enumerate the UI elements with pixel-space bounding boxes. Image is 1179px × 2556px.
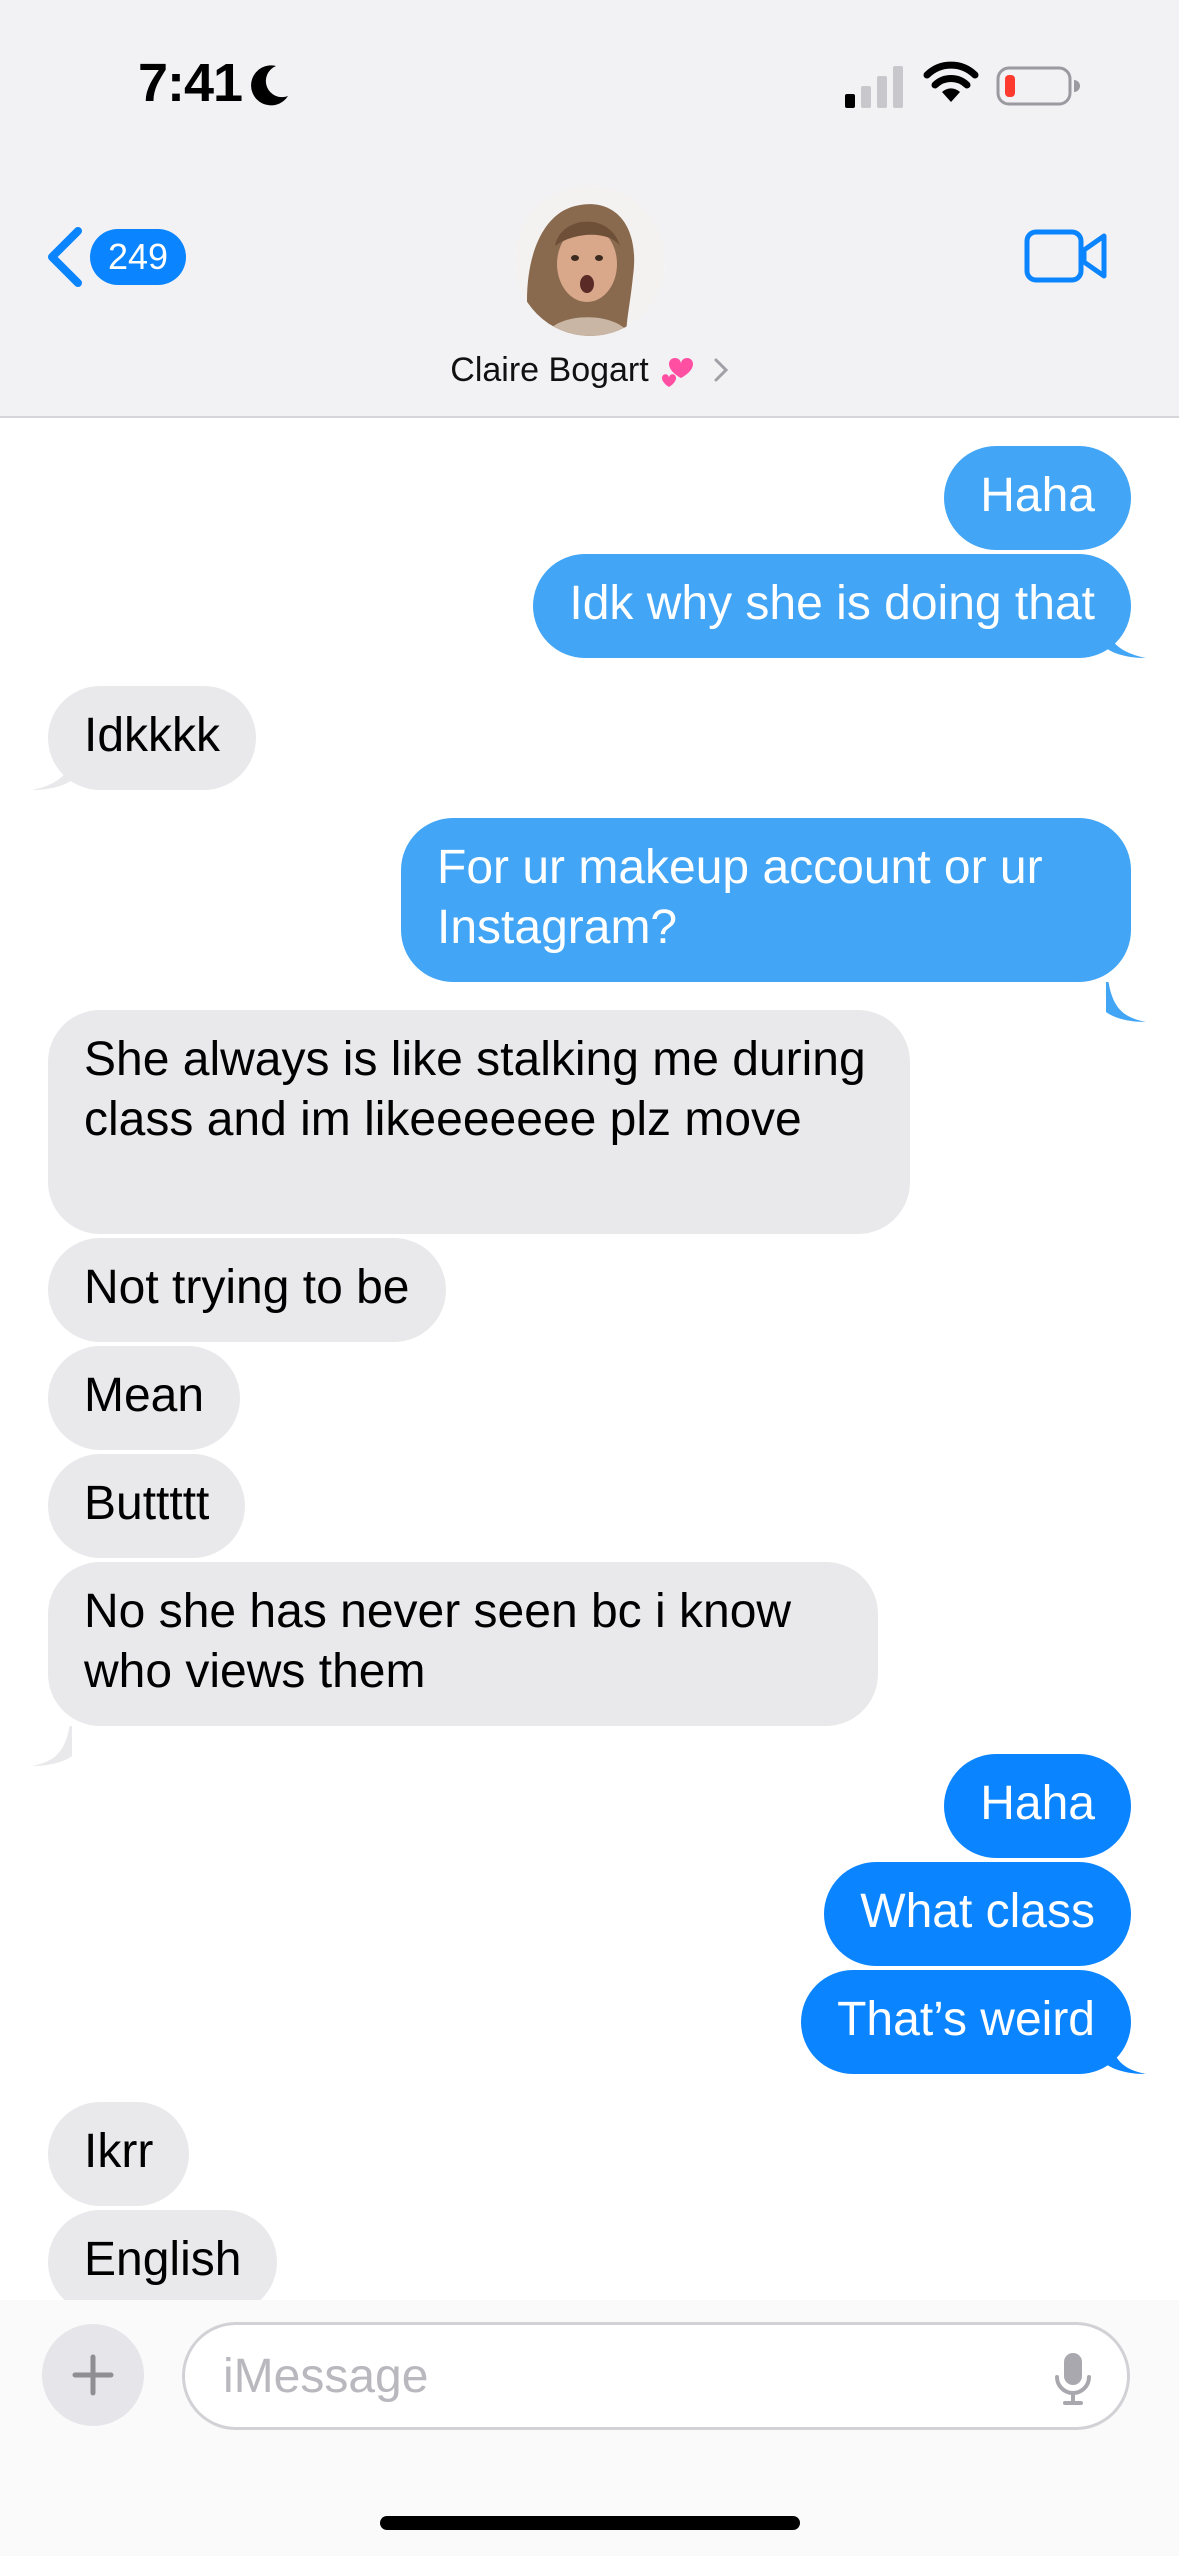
- message-bubble-outgoing[interactable]: Haha: [944, 1754, 1131, 1858]
- bubble-tail: [1106, 2034, 1146, 2074]
- chevron-right-icon: [714, 358, 728, 382]
- chevron-left-icon: [48, 227, 82, 287]
- home-indicator[interactable]: [380, 2516, 800, 2530]
- message-bubble-incoming[interactable]: Not trying to be: [48, 1238, 446, 1342]
- battery-low-icon: [996, 66, 1080, 106]
- bubble-tail: [32, 1726, 72, 1766]
- imessage-placeholder: iMessage: [223, 2349, 429, 2403]
- moon-icon: [251, 65, 288, 106]
- bubble-tail: [1106, 618, 1146, 658]
- message-bubble-outgoing[interactable]: What class: [824, 1862, 1131, 1966]
- imessage-input[interactable]: iMessage: [182, 2322, 1130, 2430]
- message-bubble-outgoing[interactable]: Idk why she is doing that: [533, 554, 1131, 658]
- bubble-tail: [32, 750, 72, 790]
- message-bubble-incoming[interactable]: Buttttt: [48, 1454, 246, 1558]
- facetime-video-icon[interactable]: [1024, 226, 1108, 286]
- back-button[interactable]: 249: [44, 222, 204, 292]
- plus-icon: [72, 2354, 114, 2396]
- message-bubble-outgoing[interactable]: Haha: [944, 446, 1131, 550]
- conversation-header: 7:41 249 Claire Bogart: [0, 0, 1179, 418]
- message-bubble-outgoing[interactable]: For ur makeup account or ur Instagram?: [401, 818, 1131, 982]
- wifi-icon: [923, 61, 979, 102]
- message-bubble-incoming[interactable]: Idkkkk: [48, 686, 257, 790]
- apps-plus-button[interactable]: [42, 2324, 144, 2426]
- status-time: 7:41: [138, 53, 243, 113]
- message-list[interactable]: Haha Idk why she is doing that Idkkkk Fo…: [0, 420, 1179, 2314]
- two-hearts-icon: [661, 358, 693, 387]
- contact-name-button[interactable]: Claire Bogart: [0, 350, 1179, 390]
- message-bubble-incoming[interactable]: Mean: [48, 1346, 241, 1450]
- message-bubble-outgoing[interactable]: That’s weird: [801, 1970, 1131, 2074]
- contact-photo: [515, 186, 665, 336]
- contact-name: Claire Bogart: [450, 350, 649, 389]
- message-bubble-incoming[interactable]: No she has never seen bc i know who view…: [48, 1562, 878, 1726]
- unread-count-badge: 249: [90, 229, 186, 285]
- contact-avatar[interactable]: [515, 186, 665, 336]
- message-bubble-incoming[interactable]: She always is like stalking me during cl…: [48, 1010, 910, 1234]
- bubble-tail: [1106, 982, 1146, 1022]
- microphone-icon[interactable]: [1053, 2351, 1093, 2407]
- message-bubble-incoming[interactable]: English: [48, 2210, 278, 2314]
- message-bubble-incoming[interactable]: Ikrr: [48, 2102, 190, 2206]
- cellular-signal-icon: [845, 66, 903, 108]
